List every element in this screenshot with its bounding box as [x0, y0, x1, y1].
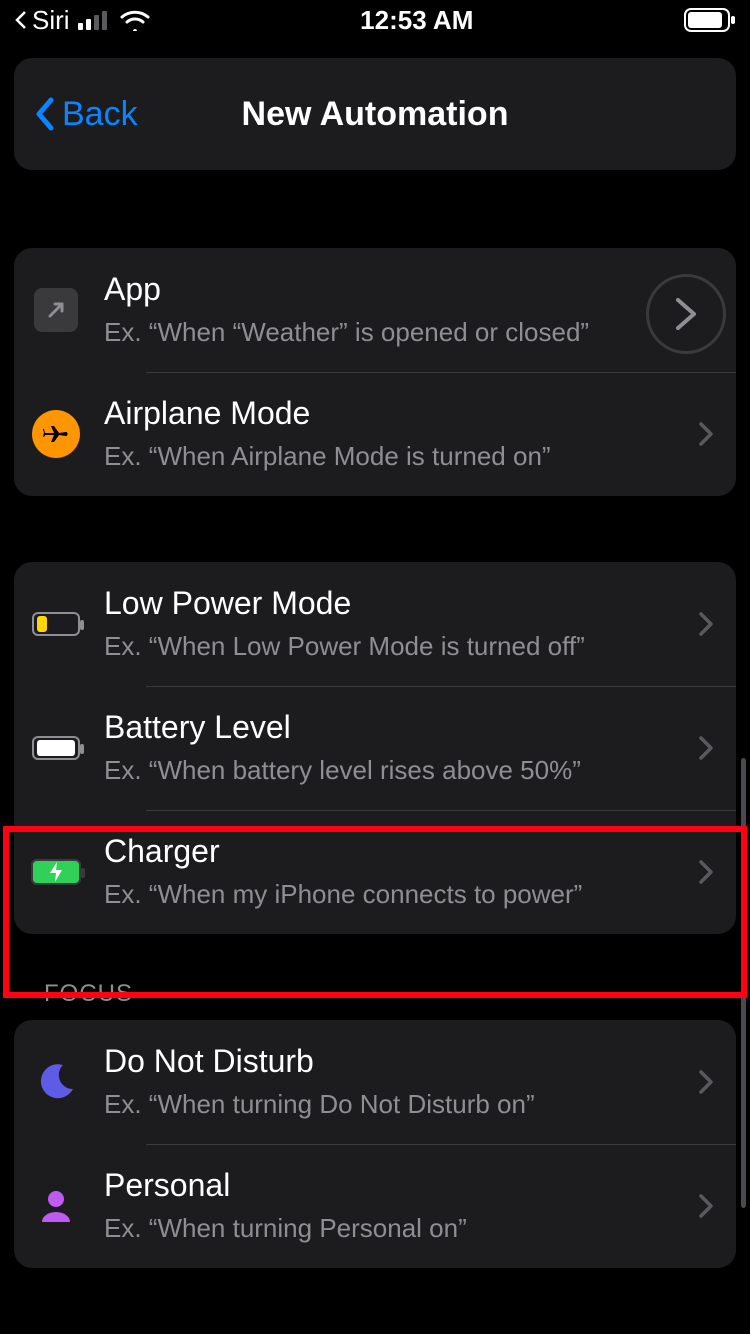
trigger-group-battery: Low Power Mode Ex. “When Low Power Mode …: [14, 562, 736, 934]
chevron-right-icon: [698, 734, 714, 762]
cellular-signal-icon: [78, 10, 112, 30]
trigger-row-personal[interactable]: Personal Ex. “When turning Personal on”: [14, 1144, 736, 1268]
trigger-title: App: [104, 269, 714, 309]
chevron-right-icon: [698, 420, 714, 448]
breadcrumb-back-app[interactable]: Siri: [14, 5, 70, 36]
trigger-row-battery-level[interactable]: Battery Level Ex. “When battery level ri…: [14, 686, 736, 810]
trigger-group-apps: App Ex. “When “Weather” is opened or clo…: [14, 248, 736, 496]
trigger-title: Battery Level: [104, 707, 676, 747]
app-icon: [34, 288, 78, 332]
trigger-title: Low Power Mode: [104, 583, 676, 623]
charger-icon: [31, 859, 81, 885]
chevron-right-icon: [698, 610, 714, 638]
trigger-title: Airplane Mode: [104, 393, 676, 433]
wifi-icon: [120, 9, 150, 31]
trigger-subtitle: Ex. “When my iPhone connects to power”: [104, 877, 676, 912]
trigger-row-app[interactable]: App Ex. “When “Weather” is opened or clo…: [14, 248, 736, 372]
trigger-subtitle: Ex. “When turning Personal on”: [104, 1211, 676, 1246]
chevron-right-icon: [698, 1068, 714, 1096]
chevron-right-icon: [698, 1192, 714, 1220]
back-label: Back: [62, 95, 138, 134]
status-time: 12:53 AM: [360, 5, 473, 36]
trigger-title: Charger: [104, 831, 676, 871]
navigation-bar: Back New Automation: [14, 58, 736, 170]
breadcrumb-app-label: Siri: [32, 5, 70, 36]
trigger-row-low-power-mode[interactable]: Low Power Mode Ex. “When Low Power Mode …: [14, 562, 736, 686]
status-bar: Siri 12:53 AM: [0, 0, 750, 40]
personal-focus-icon: [30, 1186, 82, 1226]
trigger-title: Do Not Disturb: [104, 1041, 676, 1081]
battery-level-icon: [32, 736, 80, 760]
do-not-disturb-icon: [30, 1061, 82, 1103]
trigger-subtitle: Ex. “When Low Power Mode is turned off”: [104, 629, 676, 664]
trigger-subtitle: Ex. “When “Weather” is opened or closed”: [104, 315, 714, 350]
breadcrumb-caret-icon: [14, 10, 28, 30]
scroll-indicator: [741, 758, 746, 1208]
back-button[interactable]: Back: [34, 95, 138, 134]
trigger-row-airplane-mode[interactable]: Airplane Mode Ex. “When Airplane Mode is…: [14, 372, 736, 496]
trigger-subtitle: Ex. “When Airplane Mode is turned on”: [104, 439, 676, 474]
battery-icon: [684, 8, 736, 32]
trigger-subtitle: Ex. “When battery level rises above 50%”: [104, 753, 676, 788]
airplane-mode-icon: [32, 410, 80, 458]
trigger-group-focus: Do Not Disturb Ex. “When turning Do Not …: [14, 1020, 736, 1268]
trigger-title: Personal: [104, 1165, 676, 1205]
chevron-right-icon: [698, 858, 714, 886]
trigger-row-do-not-disturb[interactable]: Do Not Disturb Ex. “When turning Do Not …: [14, 1020, 736, 1144]
section-header-focus: FOCUS: [44, 980, 736, 1008]
trigger-row-charger[interactable]: Charger Ex. “When my iPhone connects to …: [14, 810, 736, 934]
trigger-subtitle: Ex. “When turning Do Not Disturb on”: [104, 1087, 676, 1122]
low-power-mode-icon: [32, 612, 80, 636]
chevron-left-icon: [34, 96, 56, 132]
